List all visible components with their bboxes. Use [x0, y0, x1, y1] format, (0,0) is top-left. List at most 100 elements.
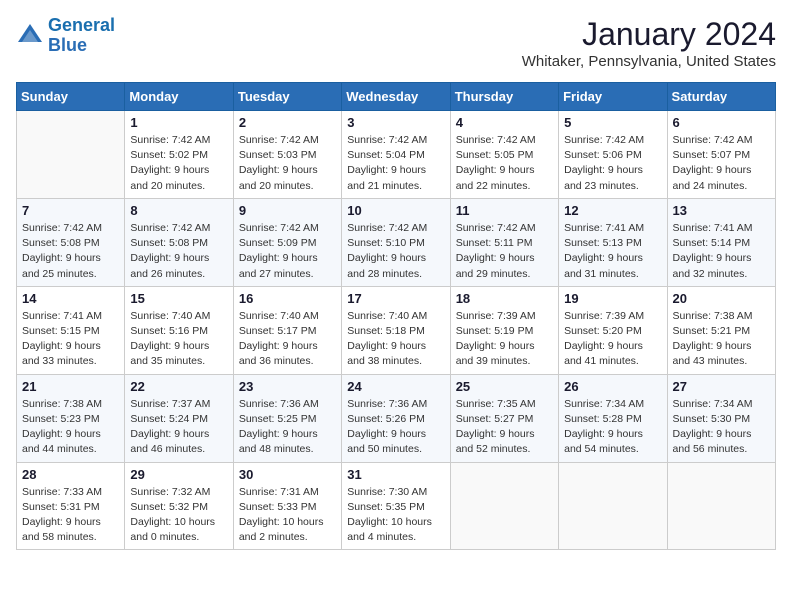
calendar-cell: 7Sunrise: 7:42 AM Sunset: 5:08 PM Daylig… [17, 198, 125, 286]
calendar-cell: 15 Sunrise: 7:40 AM Sunset: 5:16 PM Dayli… [125, 286, 233, 374]
day-number: 19 [564, 291, 661, 306]
day-info: Sunrise: 7:40 AM Sunset: 5:18 PM Dayligh… [347, 309, 444, 370]
day-info: Sunrise: 7:34 AM Sunset: 5:28 PM Dayligh… [564, 397, 661, 458]
calendar-cell: 14 Sunrise: 7:41 AM Sunset: 5:15 PM Dayli… [17, 286, 125, 374]
day-number: 5 [564, 115, 661, 130]
weekday-header: Sunday [17, 83, 125, 111]
calendar-cell [17, 111, 125, 199]
day-number: 7 [22, 203, 119, 218]
calendar-week-row: 21 Sunrise: 7:38 AM Sunset: 5:23 PM Dayli… [17, 374, 776, 462]
day-info: Sunrise: 7:36 AM Sunset: 5:25 PM Dayligh… [239, 397, 336, 458]
day-number: 11 [456, 203, 553, 218]
day-number: 13 [673, 203, 770, 218]
day-info: Sunrise: 7:42 AM Sunset: 5:11 PM Dayligh… [456, 221, 553, 282]
day-info: Sunrise: 7:31 AM Sunset: 5:33 PM Dayligh… [239, 485, 336, 546]
day-number: 3 [347, 115, 444, 130]
day-info: Sunrise: 7:41 AM Sunset: 5:13 PM Dayligh… [564, 221, 661, 282]
calendar-cell: 4Sunrise: 7:42 AM Sunset: 5:05 PM Daylig… [450, 111, 558, 199]
calendar-cell: 9 Sunrise: 7:42 AM Sunset: 5:09 PM Daylig… [233, 198, 341, 286]
calendar-cell: 29 Sunrise: 7:32 AM Sunset: 5:32 PM Dayli… [125, 462, 233, 550]
day-number: 2 [239, 115, 336, 130]
day-info: Sunrise: 7:34 AM Sunset: 5:30 PM Dayligh… [673, 397, 770, 458]
day-info: Sunrise: 7:42 AM Sunset: 5:06 PM Dayligh… [564, 133, 661, 194]
day-number: 10 [347, 203, 444, 218]
location: Whitaker, Pennsylvania, United States [522, 53, 776, 70]
day-number: 26 [564, 379, 661, 394]
calendar-cell: 19Sunrise: 7:39 AM Sunset: 5:20 PM Dayli… [559, 286, 667, 374]
day-number: 29 [130, 467, 227, 482]
day-info: Sunrise: 7:36 AM Sunset: 5:26 PM Dayligh… [347, 397, 444, 458]
day-info: Sunrise: 7:38 AM Sunset: 5:21 PM Dayligh… [673, 309, 770, 370]
day-info: Sunrise: 7:37 AM Sunset: 5:24 PM Dayligh… [130, 397, 227, 458]
day-info: Sunrise: 7:41 AM Sunset: 5:14 PM Dayligh… [673, 221, 770, 282]
calendar-cell: 26 Sunrise: 7:34 AM Sunset: 5:28 PM Dayli… [559, 374, 667, 462]
day-number: 15 [130, 291, 227, 306]
day-info: Sunrise: 7:41 AM Sunset: 5:15 PM Dayligh… [22, 309, 119, 370]
calendar-week-row: 7 Sunrise: 7:42 AM Sunset: 5:08 PM Daylig… [17, 198, 776, 286]
day-number: 14 [22, 291, 119, 306]
weekday-header: Saturday [667, 83, 775, 111]
calendar-cell: 31 Sunrise: 7:30 AM Sunset: 5:35 PM Dayli… [342, 462, 450, 550]
day-info: Sunrise: 7:42 AM Sunset: 5:08 PM Dayligh… [130, 221, 227, 282]
calendar-cell: 8 Sunrise: 7:42 AM Sunset: 5:08 PM Daylig… [125, 198, 233, 286]
day-number: 17 [347, 291, 444, 306]
calendar-week-row: 28Sunrise: 7:33 AM Sunset: 5:31 PM Dayli… [17, 462, 776, 550]
calendar-cell: 21 Sunrise: 7:38 AM Sunset: 5:23 PM Dayli… [17, 374, 125, 462]
day-number: 30 [239, 467, 336, 482]
day-number: 27 [673, 379, 770, 394]
calendar-cell [450, 462, 558, 550]
day-number: 1 [130, 115, 227, 130]
day-number: 12 [564, 203, 661, 218]
day-number: 20 [673, 291, 770, 306]
calendar-cell: 12 Sunrise: 7:41 AM Sunset: 5:13 PM Dayli… [559, 198, 667, 286]
calendar-cell: 10 Sunrise: 7:42 AM Sunset: 5:10 PM Dayli… [342, 198, 450, 286]
calendar-cell: 2 Sunrise: 7:42 AM Sunset: 5:03 PM Daylig… [233, 111, 341, 199]
day-number: 8 [130, 203, 227, 218]
day-info: Sunrise: 7:42 AM Sunset: 5:10 PM Dayligh… [347, 221, 444, 282]
day-info: Sunrise: 7:42 AM Sunset: 5:09 PM Dayligh… [239, 221, 336, 282]
calendar-header: SundayMondayTuesdayWednesdayThursdayFrid… [17, 83, 776, 111]
weekday-header: Thursday [450, 83, 558, 111]
calendar-cell: 30 Sunrise: 7:31 AM Sunset: 5:33 PM Dayli… [233, 462, 341, 550]
calendar-cell: 25Sunrise: 7:35 AM Sunset: 5:27 PM Dayli… [450, 374, 558, 462]
calendar-cell: 22 Sunrise: 7:37 AM Sunset: 5:24 PM Dayli… [125, 374, 233, 462]
day-info: Sunrise: 7:30 AM Sunset: 5:35 PM Dayligh… [347, 485, 444, 546]
day-number: 6 [673, 115, 770, 130]
day-number: 9 [239, 203, 336, 218]
month-title: January 2024 [522, 16, 776, 53]
day-info: Sunrise: 7:42 AM Sunset: 5:04 PM Dayligh… [347, 133, 444, 194]
day-number: 22 [130, 379, 227, 394]
day-info: Sunrise: 7:42 AM Sunset: 5:03 PM Dayligh… [239, 133, 336, 194]
calendar-cell: 17 Sunrise: 7:40 AM Sunset: 5:18 PM Dayli… [342, 286, 450, 374]
day-number: 23 [239, 379, 336, 394]
day-number: 18 [456, 291, 553, 306]
calendar-cell: 16Sunrise: 7:40 AM Sunset: 5:17 PM Dayli… [233, 286, 341, 374]
day-info: Sunrise: 7:38 AM Sunset: 5:23 PM Dayligh… [22, 397, 119, 458]
day-info: Sunrise: 7:40 AM Sunset: 5:16 PM Dayligh… [130, 309, 227, 370]
weekday-header: Wednesday [342, 83, 450, 111]
calendar-cell: 20 Sunrise: 7:38 AM Sunset: 5:21 PM Dayli… [667, 286, 775, 374]
day-number: 24 [347, 379, 444, 394]
calendar-cell: 24 Sunrise: 7:36 AM Sunset: 5:26 PM Dayli… [342, 374, 450, 462]
day-info: Sunrise: 7:42 AM Sunset: 5:02 PM Dayligh… [130, 133, 227, 194]
logo-icon [16, 22, 44, 50]
calendar-cell: 28Sunrise: 7:33 AM Sunset: 5:31 PM Dayli… [17, 462, 125, 550]
weekday-header: Friday [559, 83, 667, 111]
weekday-header: Monday [125, 83, 233, 111]
calendar-week-row: 1 Sunrise: 7:42 AM Sunset: 5:02 PM Daylig… [17, 111, 776, 199]
day-number: 21 [22, 379, 119, 394]
logo-text: General Blue [48, 16, 115, 56]
day-number: 28 [22, 467, 119, 482]
day-number: 25 [456, 379, 553, 394]
title-area: January 2024 Whitaker, Pennsylvania, Uni… [522, 16, 776, 70]
day-info: Sunrise: 7:40 AM Sunset: 5:17 PM Dayligh… [239, 309, 336, 370]
calendar-cell: 27 Sunrise: 7:34 AM Sunset: 5:30 PM Dayli… [667, 374, 775, 462]
day-info: Sunrise: 7:42 AM Sunset: 5:05 PM Dayligh… [456, 133, 553, 194]
day-number: 31 [347, 467, 444, 482]
calendar-cell [667, 462, 775, 550]
calendar-cell: 13 Sunrise: 7:41 AM Sunset: 5:14 PM Dayli… [667, 198, 775, 286]
calendar-week-row: 14 Sunrise: 7:41 AM Sunset: 5:15 PM Dayli… [17, 286, 776, 374]
day-info: Sunrise: 7:32 AM Sunset: 5:32 PM Dayligh… [130, 485, 227, 546]
calendar-cell: 11 Sunrise: 7:42 AM Sunset: 5:11 PM Dayli… [450, 198, 558, 286]
calendar-cell: 1 Sunrise: 7:42 AM Sunset: 5:02 PM Daylig… [125, 111, 233, 199]
